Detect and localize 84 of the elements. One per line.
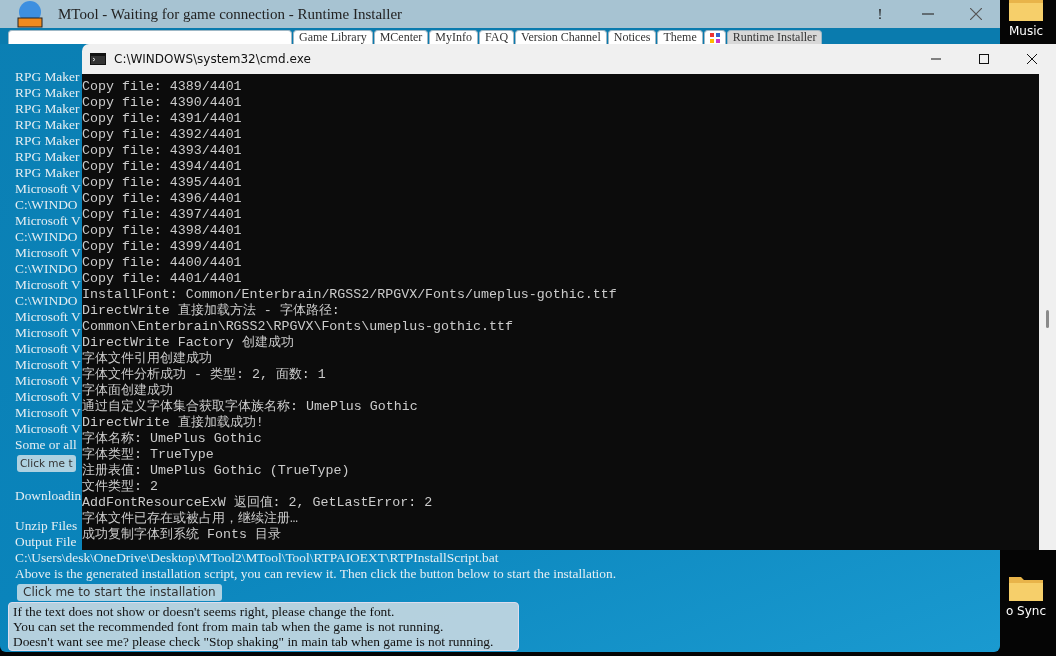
console-line: 字体文件引用创建成功 — [82, 351, 212, 366]
text-line: Downloadin — [15, 488, 82, 503]
text-line: Microsoft V — [15, 245, 81, 260]
console-line: Copy file: 4397/4401 — [82, 207, 242, 222]
tab[interactable] — [703, 30, 726, 44]
action-button[interactable]: Click me t — [17, 455, 76, 472]
console-line: 成功复制字体到系统 Fonts 目录 — [82, 527, 281, 542]
window-title: C:\WINDOWS\system32\cmd.exe — [114, 51, 311, 68]
text-line: Microsoft V — [15, 405, 81, 420]
text-line: RPG Maker — [15, 165, 80, 180]
tooltip-text: Doesn't want see me? please check "Stop shaking" in main tab when game is not running. — [13, 634, 494, 649]
text-line: RPG Maker — [15, 85, 80, 100]
text-line: Microsoft V — [15, 213, 81, 228]
tab[interactable]: Version Channel — [515, 30, 607, 44]
tab[interactable]: Game Library — [293, 30, 373, 44]
console-line: 字体类型: TrueType — [82, 447, 214, 462]
console-line: Copy file: 4391/4401 — [82, 111, 242, 126]
text-line: Microsoft V — [15, 277, 81, 292]
console-line: AddFontResourceExW 返回值: 2, GetLastError: 2 — [82, 495, 433, 510]
console-line: DirectWrite 直接加载方法 - 字体路径: — [82, 303, 340, 318]
grid-icon — [709, 32, 720, 43]
console-line: 字体名称: UmePlus Gothic — [82, 431, 262, 446]
console-line: Copy file: 4401/4401 — [82, 271, 242, 286]
console-line: 注册表值: UmePlus Gothic (TrueType) — [82, 463, 350, 478]
console-line: Copy file: 4395/4401 — [82, 175, 242, 190]
text-line: Above is the generated installation script, you can review it. Then click the button below to start the installation. — [15, 566, 617, 581]
text-line: Microsoft V — [15, 389, 81, 404]
maximize-icon[interactable] — [979, 54, 989, 64]
text-line: C:\WINDO — [15, 261, 78, 276]
console-line: Copy file: 4389/4401 — [82, 79, 242, 94]
console-line: 字体文件分析成功 - 类型: 2, 面数: 1 — [82, 367, 326, 382]
console-line: Common\Enterbrain\RGSS2\RPGVX\Fonts\umeplus-gothic.ttf — [82, 319, 513, 334]
text-line: C:\WINDO — [15, 293, 78, 308]
alert-button[interactable]: ! — [856, 0, 904, 29]
console-line: Copy file: 4398/4401 — [82, 223, 242, 238]
text-line: RPG Maker — [15, 149, 80, 164]
text-line: Microsoft V — [15, 325, 81, 340]
console-line: 通过自定义字体集合获取字体族名称: UmePlus Gothic — [82, 399, 418, 414]
text-line: RPG Maker — [15, 117, 80, 132]
console-line: Copy file: 4400/4401 — [82, 255, 242, 270]
console-line: InstallFont: Common/Enterbrain/RGSS2/RPGVX/Fonts/umeplus-gothic.ttf — [82, 287, 617, 302]
text-line: Microsoft V — [15, 357, 81, 372]
terminal-icon — [90, 53, 106, 65]
tab[interactable]: FAQ — [478, 30, 515, 44]
console-line: Copy file: 4399/4401 — [82, 239, 242, 254]
text-line: RPG Maker — [15, 101, 80, 116]
folder-icon[interactable] — [1008, 0, 1044, 22]
tab[interactable]: Theme — [657, 30, 703, 44]
text-line: RPG Maker — [15, 69, 80, 84]
console-line: 字体面创建成功 — [82, 383, 173, 398]
text-line: Microsoft V — [15, 309, 81, 324]
tab[interactable]: Notices — [607, 30, 657, 44]
text-line: RPG Maker — [15, 133, 80, 148]
icon-label[interactable]: o Sync — [1005, 602, 1047, 620]
text-line: C:\WINDO — [15, 197, 78, 212]
tooltip-text: You can set the recommended font from main tab when the game is not running. — [13, 619, 444, 634]
console-line: Copy file: 4390/4401 — [82, 95, 242, 110]
close-icon[interactable] — [1027, 54, 1037, 64]
text-line: C:\WINDO — [15, 229, 78, 244]
console-line: Copy file: 4396/4401 — [82, 191, 242, 206]
console-line: Copy file: 4392/4401 — [82, 127, 242, 142]
tab[interactable]: Runtime Installer — [726, 30, 823, 44]
console-line: Copy file: 4393/4401 — [82, 143, 242, 158]
scrollbar-thumb[interactable] — [1046, 310, 1050, 328]
text-line: Microsoft V — [15, 181, 81, 196]
console-line: Copy file: 4394/4401 — [82, 159, 242, 174]
action-button[interactable]: Click me to start the installation — [17, 584, 222, 601]
tab[interactable]: MCenter — [373, 30, 429, 44]
console-line: DirectWrite Factory 创建成功 — [82, 335, 294, 350]
text-line: Microsoft V — [15, 373, 81, 388]
text-line: C:\Users\desk\OneDrive\Desktop\MTool2\MTool\Tool\RTPAIOEXT\RTPInstallScript.bat — [15, 550, 499, 565]
icon-label[interactable]: Music — [1008, 22, 1044, 40]
console-line: 文件类型: 2 — [82, 479, 158, 494]
tab[interactable]: MyInfo — [429, 30, 478, 44]
console-line: DirectWrite 直接加载成功! — [82, 415, 264, 430]
text-line: Microsoft V — [15, 341, 81, 356]
text-line: Unzip Files — [15, 518, 78, 533]
text-line: Microsoft V — [15, 421, 81, 436]
text-line: Some or all — [15, 437, 77, 452]
window-title: MTool - Waiting for game connection - Runtime Installer — [58, 4, 403, 24]
tooltip-text: If the text does not show or doesn't seems right, please change the font. — [13, 604, 395, 619]
text-line: Output File — [15, 534, 77, 549]
console-line: 字体文件已存在或被占用，继续注册… — [82, 511, 298, 526]
folder-icon[interactable] — [1008, 574, 1044, 602]
